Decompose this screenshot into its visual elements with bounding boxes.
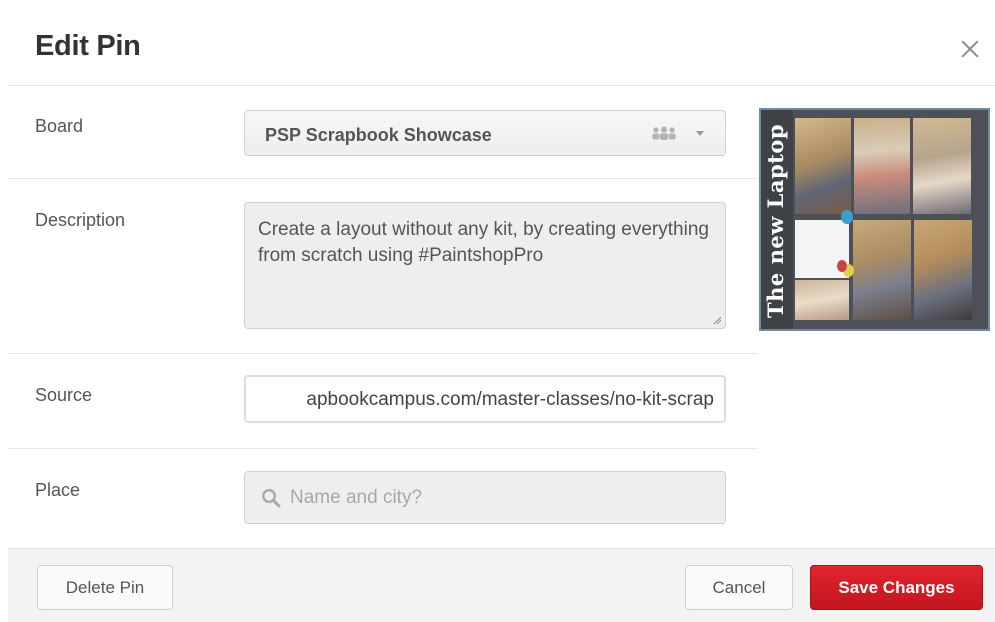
- board-name: PSP Scrapbook Showcase: [265, 125, 492, 145]
- place-row: Place Name and city?: [8, 449, 758, 548]
- thumbnail-photo: [914, 220, 972, 320]
- thumbnail-photo: [795, 118, 851, 214]
- close-icon[interactable]: [959, 38, 981, 60]
- edit-pin-dialog: Edit Pin Board PSP Scrapbook Showcase De…: [8, 0, 995, 622]
- board-row: Board PSP Scrapbook Showcase: [8, 86, 758, 179]
- thumbnail-photo: [795, 280, 849, 320]
- group-icon: [652, 126, 676, 140]
- thumbnail-photo: [854, 118, 910, 214]
- place-input[interactable]: Name and city?: [244, 471, 726, 524]
- source-label: Source: [35, 385, 93, 405]
- board-select[interactable]: PSP Scrapbook Showcase: [244, 110, 726, 156]
- thumbnail-balloon: [837, 260, 847, 272]
- thumbnail-title-band: The new Laptop: [761, 110, 793, 329]
- thumbnail-caption: The new Laptop: [763, 123, 788, 319]
- thumbnail-photo: [853, 220, 911, 320]
- dialog-footer: Delete Pin Cancel Save Changes: [8, 548, 995, 622]
- save-changes-button[interactable]: Save Changes: [810, 565, 983, 610]
- resize-handle-icon[interactable]: [712, 315, 722, 325]
- dialog-header: Edit Pin: [8, 0, 995, 86]
- pin-thumbnail: The new Laptop: [759, 108, 990, 331]
- place-label: Place: [35, 480, 81, 500]
- source-row: Source apbookcampus.com/master-classes/n…: [8, 354, 758, 449]
- board-label: Board: [35, 116, 84, 136]
- place-placeholder: Name and city?: [290, 487, 423, 508]
- description-row: Description Create a layout without any …: [8, 179, 758, 354]
- thumbnail-balloon: [841, 210, 853, 224]
- description-textarea[interactable]: Create a layout without any kit, by crea…: [244, 202, 726, 329]
- chevron-down-icon: [696, 131, 704, 136]
- dialog-title: Edit Pin: [35, 30, 141, 62]
- delete-pin-button[interactable]: Delete Pin: [37, 565, 173, 610]
- description-label: Description: [35, 210, 126, 230]
- source-text: apbookcampus.com/master-classes/no-kit-s…: [306, 389, 714, 410]
- thumbnail-photo: [913, 118, 971, 214]
- search-icon: [261, 488, 281, 508]
- description-text: Create a layout without any kit, by crea…: [258, 219, 709, 266]
- cancel-button[interactable]: Cancel: [685, 565, 793, 610]
- source-input[interactable]: apbookcampus.com/master-classes/no-kit-s…: [244, 375, 726, 423]
